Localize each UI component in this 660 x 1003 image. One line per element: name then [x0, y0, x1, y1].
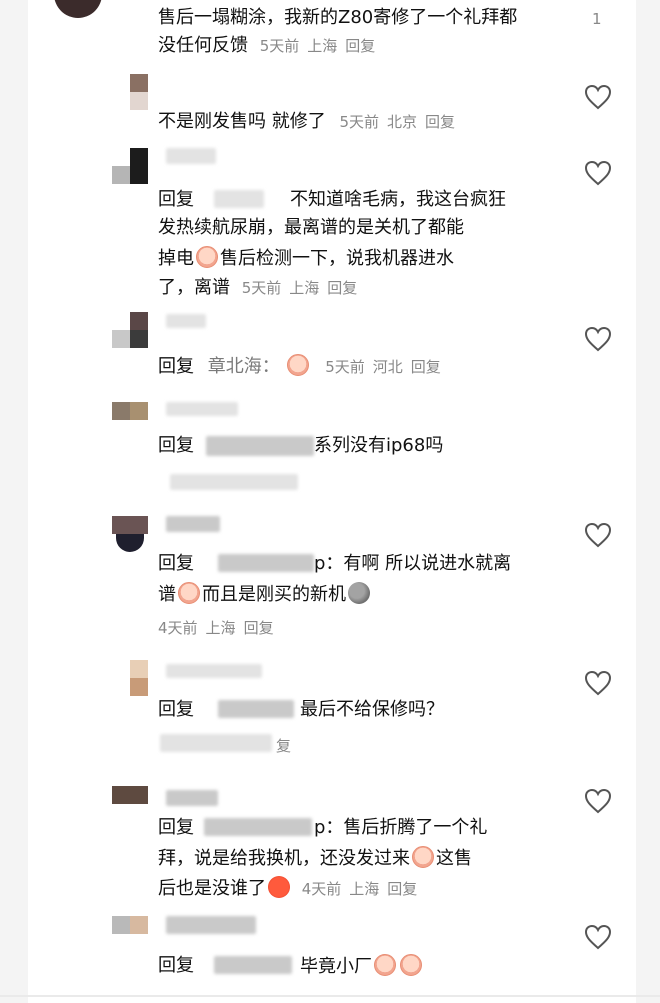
- time: 5天前: [241, 279, 282, 297]
- comment-meta: 5天前 河北 回复: [325, 358, 449, 376]
- blurred-username: [166, 148, 216, 164]
- comment-text: 回复: [158, 435, 194, 456]
- crying-face-emoji: [400, 954, 422, 976]
- blurred-username: [166, 402, 238, 416]
- avatar[interactable]: [112, 516, 148, 552]
- comment-text: 了，离谱 5天前 上海 回复: [158, 276, 365, 300]
- avatar[interactable]: [112, 402, 148, 438]
- comment-text: 售后一塌糊涂，我新的Z80寄修了一个礼拜都: [158, 7, 518, 28]
- avatar[interactable]: [112, 312, 148, 348]
- reply-button[interactable]: 回复: [327, 279, 357, 297]
- comment-meta: 4天前 上海 回复: [158, 616, 282, 640]
- blurred-username: [166, 916, 256, 934]
- blurred-username: [166, 314, 206, 328]
- blurred-username: [214, 190, 264, 208]
- heart-outline-icon[interactable]: [584, 924, 612, 950]
- time: 5天前: [259, 37, 300, 55]
- comment-text: 不知道啥毛病，我这台疯狂: [290, 189, 506, 210]
- time: 4天前: [158, 619, 198, 637]
- comment-text: p：有啊 所以说进水就离: [314, 553, 512, 574]
- comment-text: 没任何反馈 5天前 上海 回复: [158, 34, 383, 58]
- comment-meta: 4天前 上海 回复: [302, 880, 426, 898]
- comment-text: 回复 章北海： 5天前 河北 回复: [158, 354, 449, 379]
- angry-red-face-emoji: [268, 876, 290, 898]
- comment-text: 发热续航尿崩，最离谱的是关机了都能: [158, 217, 464, 238]
- blurred-username: [214, 956, 292, 974]
- location: 上海: [307, 37, 338, 55]
- comment-text: 毕竟小厂: [300, 954, 424, 979]
- blurred-username: [206, 436, 314, 456]
- heart-outline-icon[interactable]: [584, 522, 612, 548]
- comment-text: 掉电 售后检测一下，说我机器进水: [158, 246, 454, 269]
- crying-face-emoji: [196, 246, 218, 268]
- comment-meta: 5天前 上海 回复: [260, 37, 384, 55]
- reply-button[interactable]: 回复: [345, 37, 375, 55]
- reply-button[interactable]: 复: [276, 734, 291, 758]
- avatar[interactable]: [112, 660, 148, 696]
- time: 5天前: [339, 113, 380, 131]
- blurred-username: [166, 790, 218, 806]
- comment-text: 后也是没谁了 4天前 上海 回复: [158, 876, 425, 901]
- comment-text: 最后不给保修吗？: [300, 699, 444, 720]
- avatar[interactable]: [112, 786, 148, 822]
- reply-to-name: 章北海：: [207, 356, 280, 377]
- location: 上海: [205, 619, 236, 637]
- heart-outline-icon[interactable]: [584, 788, 612, 814]
- divider: [0, 995, 660, 997]
- comment-text: p：售后折腾了一个礼: [314, 817, 488, 838]
- time: 5天前: [325, 358, 365, 376]
- comment-text: 回复: [158, 189, 194, 210]
- heart-outline-icon[interactable]: [584, 326, 612, 352]
- comment-meta: 5天前 北京 回复: [339, 113, 463, 131]
- comment-text: 回复: [158, 955, 194, 976]
- crying-face-emoji: [287, 354, 310, 376]
- reply-button[interactable]: 回复: [411, 358, 441, 376]
- comment-meta: 5天前 上海 回复: [242, 279, 366, 297]
- comment-text: 谱而且是刚买的新机: [158, 582, 372, 607]
- location: 河北: [372, 358, 403, 376]
- like-count: 1: [592, 10, 602, 28]
- location: 北京: [387, 113, 418, 131]
- reply-button[interactable]: 回复: [387, 880, 417, 898]
- blurred-meta: [160, 734, 272, 752]
- avatar[interactable]: [112, 74, 148, 110]
- comment-text: 不是刚发售吗 就修了 5天前 北京 回复: [158, 110, 463, 134]
- rock-face-emoji: [348, 582, 370, 604]
- blurred-username: [166, 664, 262, 678]
- heart-outline-icon[interactable]: [584, 160, 612, 186]
- reply-button[interactable]: 回复: [425, 113, 455, 131]
- heart-outline-icon[interactable]: [584, 670, 612, 696]
- blurred-username: [218, 554, 314, 572]
- comment-text: 回复: [158, 817, 194, 838]
- avatar[interactable]: [112, 148, 148, 184]
- location: 上海: [349, 880, 380, 898]
- crying-face-emoji: [178, 582, 200, 604]
- comment-text: 系列没有ip68吗: [314, 435, 444, 456]
- comment-text: 回复: [158, 699, 194, 720]
- crying-face-emoji: [412, 846, 434, 868]
- heart-outline-icon[interactable]: [584, 84, 612, 110]
- location: 上海: [289, 279, 320, 297]
- comment-text: 拜，说是给我换机，还没发过来 这售: [158, 846, 472, 869]
- blurred-username: [166, 516, 220, 532]
- blurred-username: [204, 818, 312, 836]
- time: 4天前: [301, 880, 342, 898]
- blurred-meta: [170, 474, 298, 490]
- blurred-username: [218, 700, 294, 718]
- avatar[interactable]: [112, 916, 148, 952]
- comment-text: 回复: [158, 553, 194, 574]
- reply-button[interactable]: 回复: [244, 619, 274, 637]
- crying-face-emoji: [374, 954, 396, 976]
